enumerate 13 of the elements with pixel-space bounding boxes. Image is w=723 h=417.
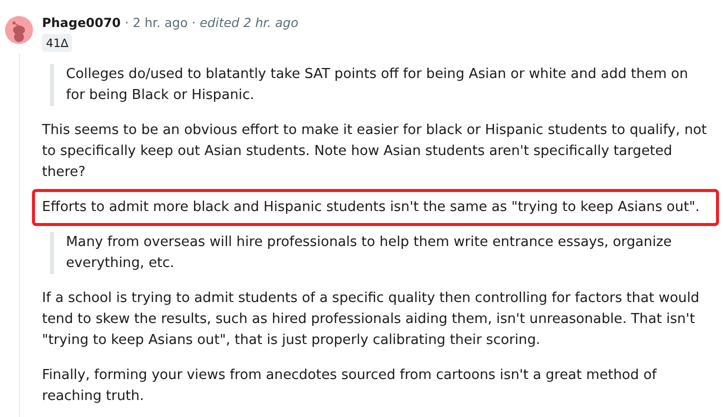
highlighted-paragraph: Efforts to admit more black and Hispanic students isn't the same as "trying to keep Asians out". <box>32 189 719 226</box>
username[interactable]: Phage0070 <box>42 14 121 30</box>
paragraph: If a school is trying to admit students of a specific quality then controlling for factors that would tend to skew the results, such as hired professionals aiding them, isn't unreasonable. That isn't "trying to keep Asians out", that is just properly calibrating their scoring. <box>42 289 700 350</box>
paragraph: This seems to be an obvious effort to make it easier for black or Hispanic students to qualify, not to specifically keep out Asian students. Note how Asian students aren't specifically targeted there? <box>42 121 707 182</box>
quote-text: Many from overseas will hire professionals to help them write entrance essays, organize everything, etc. <box>50 232 707 274</box>
avatar-icon[interactable] <box>5 16 33 44</box>
separator-dot: · <box>124 14 129 30</box>
timestamp: 2 hr. ago <box>132 14 188 30</box>
paragraph: Finally, forming your views from anecdotes sourced from cartoons isn't a great method of reaching truth. <box>42 366 658 406</box>
separator-dot: · <box>192 14 196 30</box>
delta-badge: 41∆ <box>42 34 72 52</box>
quote-text: Colleges do/used to blatantly take SAT points off for being Asian or white and add them on for being Black or Hispanic. <box>50 64 707 106</box>
edited-note: edited 2 hr. ago <box>200 14 298 30</box>
